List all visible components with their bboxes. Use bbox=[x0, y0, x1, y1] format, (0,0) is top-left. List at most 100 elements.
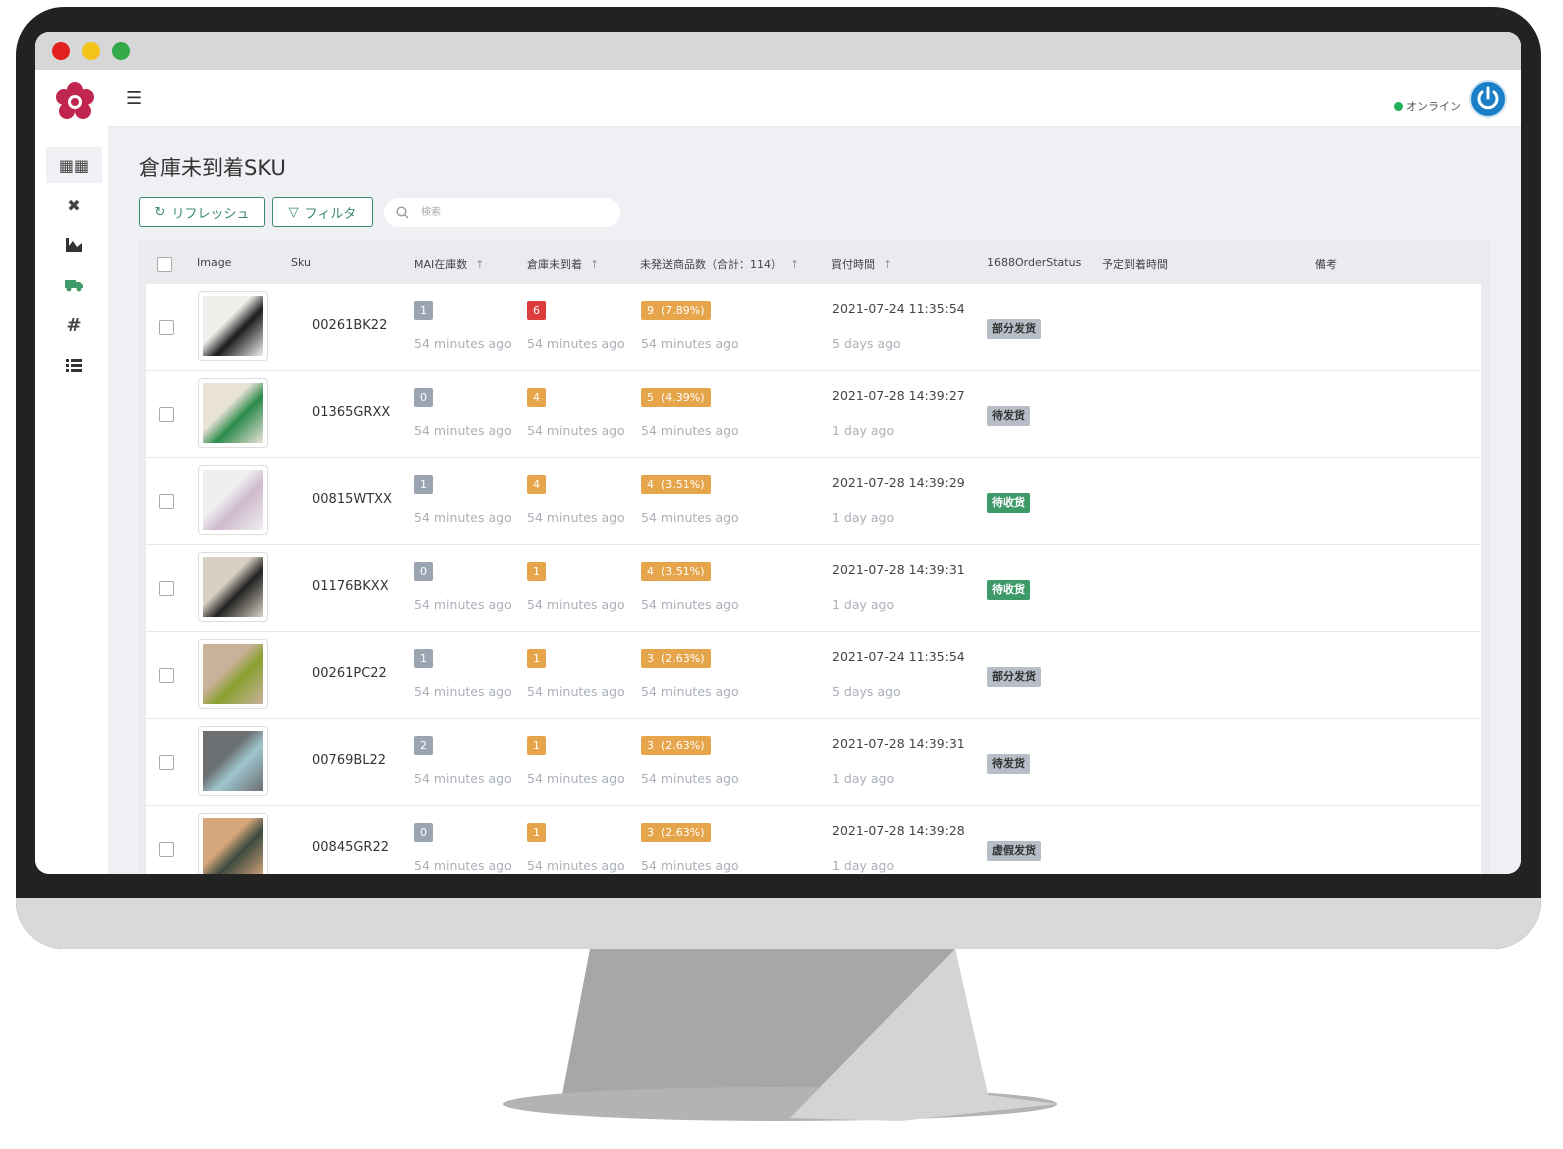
app-logo[interactable] bbox=[55, 82, 95, 122]
search-icon bbox=[396, 206, 409, 219]
order-status-badge: 待收货 bbox=[987, 493, 1030, 513]
sku-code[interactable]: 00845GR22 bbox=[312, 840, 389, 855]
table-body: 00261BK22 1 54 minutes ago 6 54 minutes ago 9… bbox=[146, 284, 1481, 874]
mai-stock-badge: 1 bbox=[414, 649, 433, 668]
product-thumbnail[interactable] bbox=[198, 378, 268, 448]
sku-code[interactable]: 01176BKXX bbox=[312, 579, 389, 594]
product-thumbnail[interactable] bbox=[198, 465, 268, 535]
sidebar-item-list[interactable] bbox=[46, 347, 102, 383]
purchase-date-relative: 5 days ago bbox=[832, 684, 901, 699]
col-note: 備考 bbox=[1315, 258, 1337, 271]
purchase-date: 2021-07-28 14:39:27 bbox=[832, 388, 965, 403]
purchase-date-relative: 1 day ago bbox=[832, 597, 895, 612]
mai-stock-updated: 54 minutes ago bbox=[414, 771, 512, 786]
refresh-label: リフレッシュ bbox=[171, 206, 250, 222]
chart-icon bbox=[66, 238, 82, 252]
purchase-date: 2021-07-28 14:39:29 bbox=[832, 475, 965, 490]
unshipped-updated: 54 minutes ago bbox=[641, 858, 739, 873]
unshipped-updated: 54 minutes ago bbox=[641, 684, 739, 699]
col-mai-stock[interactable]: MAI在庫数 ↑ bbox=[414, 256, 484, 272]
table-row: 00769BL22 2 54 minutes ago 1 54 minutes ago 3… bbox=[146, 719, 1481, 806]
not-arrived-updated: 54 minutes ago bbox=[527, 684, 625, 699]
unshipped-badge: 4 (3.51%) bbox=[641, 475, 711, 494]
menu-icon[interactable]: ☰ bbox=[126, 88, 142, 109]
unshipped-updated: 54 minutes ago bbox=[641, 510, 739, 525]
filter-button[interactable]: ▽ フィルタ bbox=[272, 197, 373, 227]
mai-stock-updated: 54 minutes ago bbox=[414, 858, 512, 873]
mai-stock-badge: 2 bbox=[414, 736, 433, 755]
not-arrived-updated: 54 minutes ago bbox=[527, 858, 625, 873]
sidebar-item-hashtag[interactable]: # bbox=[46, 307, 102, 343]
unshipped-updated: 54 minutes ago bbox=[641, 771, 739, 786]
power-icon[interactable] bbox=[1469, 80, 1507, 118]
order-status-badge: 部分发货 bbox=[987, 667, 1041, 687]
purchase-date: 2021-07-28 14:39:28 bbox=[832, 823, 965, 838]
col-purchase-time[interactable]: 買付時間 ↑ bbox=[831, 256, 892, 272]
not-arrived-badge: 4 bbox=[527, 388, 546, 407]
col-not-arrived[interactable]: 倉庫未到着 ↑ bbox=[527, 256, 599, 272]
order-status-badge: 待发货 bbox=[987, 406, 1030, 426]
product-thumbnail[interactable] bbox=[198, 291, 268, 361]
close-window-button[interactable] bbox=[52, 42, 70, 60]
sidebar-item-chart[interactable] bbox=[46, 227, 102, 263]
product-thumbnail[interactable] bbox=[198, 639, 268, 709]
table-header: Image Sku MAI在庫数 ↑ 倉庫未到着 ↑ 未発送商品数（合計：114） ↑… bbox=[139, 240, 1490, 284]
minimize-window-button[interactable] bbox=[82, 42, 100, 60]
list-icon bbox=[66, 358, 82, 372]
mai-stock-badge: 0 bbox=[414, 562, 433, 581]
sku-table: Image Sku MAI在庫数 ↑ 倉庫未到着 ↑ 未発送商品数（合計：114） ↑… bbox=[139, 240, 1490, 874]
col-image: Image bbox=[197, 256, 232, 269]
purchase-date-relative: 1 day ago bbox=[832, 771, 895, 786]
unshipped-badge: 5 (4.39%) bbox=[641, 388, 711, 407]
table-row: 01176BKXX 0 54 minutes ago 1 54 minutes ago 4… bbox=[146, 545, 1481, 632]
select-all-checkbox[interactable] bbox=[157, 257, 172, 272]
not-arrived-updated: 54 minutes ago bbox=[527, 771, 625, 786]
row-checkbox[interactable] bbox=[159, 494, 174, 509]
main-content: 倉庫未到着SKU ↻ リフレッシュ ▽ フィルタ Image Sku MAI在庫… bbox=[108, 127, 1521, 874]
window-titlebar bbox=[35, 32, 1521, 70]
product-thumbnail[interactable] bbox=[198, 813, 268, 874]
row-checkbox[interactable] bbox=[159, 320, 174, 335]
sidebar-item-truck[interactable] bbox=[46, 267, 102, 303]
sku-code[interactable]: 00261BK22 bbox=[312, 318, 387, 333]
purchase-date-relative: 1 day ago bbox=[832, 510, 895, 525]
order-status-badge: 部分发货 bbox=[987, 319, 1041, 339]
mai-stock-updated: 54 minutes ago bbox=[414, 336, 512, 351]
row-checkbox[interactable] bbox=[159, 755, 174, 770]
sku-code[interactable]: 00815WTXX bbox=[312, 492, 392, 507]
sidebar-item-close[interactable]: ✖ bbox=[46, 187, 102, 223]
not-arrived-updated: 54 minutes ago bbox=[527, 336, 625, 351]
row-checkbox[interactable] bbox=[159, 842, 174, 857]
sku-code[interactable]: 00769BL22 bbox=[312, 753, 386, 768]
table-row: 00815WTXX 1 54 minutes ago 4 54 minutes ago 4… bbox=[146, 458, 1481, 545]
row-checkbox[interactable] bbox=[159, 668, 174, 683]
table-row: 00845GR22 0 54 minutes ago 1 54 minutes ago 3… bbox=[146, 806, 1481, 874]
screen: ▦▦ ✖ # ☰ オンライン 倉庫未到着SKU ↻ リフレッシュ ▽ フィルタ … bbox=[35, 32, 1521, 874]
unshipped-badge: 4 (3.51%) bbox=[641, 562, 711, 581]
mai-stock-badge: 0 bbox=[414, 823, 433, 842]
mai-stock-badge: 0 bbox=[414, 388, 433, 407]
mai-stock-updated: 54 minutes ago bbox=[414, 597, 512, 612]
not-arrived-updated: 54 minutes ago bbox=[527, 597, 625, 612]
maximize-window-button[interactable] bbox=[112, 42, 130, 60]
product-thumbnail[interactable] bbox=[198, 726, 268, 796]
unshipped-badge: 3 (2.63%) bbox=[641, 823, 711, 842]
unshipped-updated: 54 minutes ago bbox=[641, 423, 739, 438]
col-unshipped[interactable]: 未発送商品数（合計：114） ↑ bbox=[640, 256, 799, 272]
purchase-date: 2021-07-24 11:35:54 bbox=[832, 649, 965, 664]
mai-stock-updated: 54 minutes ago bbox=[414, 684, 512, 699]
not-arrived-badge: 4 bbox=[527, 475, 546, 494]
sku-code[interactable]: 00261PC22 bbox=[312, 666, 387, 681]
refresh-button[interactable]: ↻ リフレッシュ bbox=[139, 197, 265, 227]
search-input[interactable] bbox=[419, 206, 603, 219]
col-order-status: 1688OrderStatus bbox=[987, 256, 1082, 269]
mai-stock-badge: 1 bbox=[414, 475, 433, 494]
product-thumbnail[interactable] bbox=[198, 552, 268, 622]
row-checkbox[interactable] bbox=[159, 407, 174, 422]
sidebar-item-cubes[interactable]: ▦▦ bbox=[46, 147, 102, 183]
not-arrived-badge: 6 bbox=[527, 301, 546, 320]
not-arrived-badge: 1 bbox=[527, 736, 546, 755]
col-eta: 予定到着時間 bbox=[1102, 258, 1168, 271]
row-checkbox[interactable] bbox=[159, 581, 174, 596]
sku-code[interactable]: 01365GRXX bbox=[312, 405, 390, 420]
